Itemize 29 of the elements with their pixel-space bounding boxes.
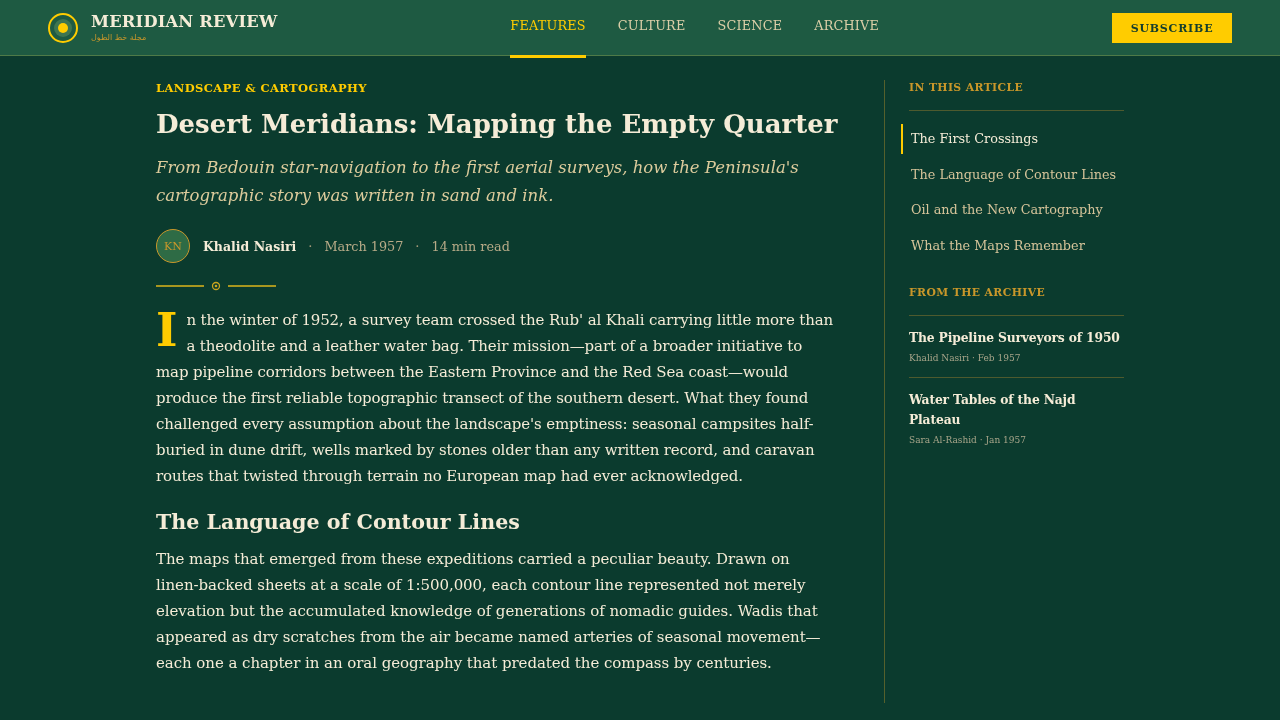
byline-meta: March 1957 <box>324 238 404 254</box>
nav-tab[interactable]: SCIENCE <box>717 0 783 58</box>
toc-link[interactable]: What the Maps Remember <box>901 230 1124 261</box>
brand-name: MERIDIAN REVIEW <box>91 11 278 32</box>
archive-link[interactable]: The Pipeline Surveyors of 1950 <box>909 328 1120 348</box>
archive-meta: Sara Al-Rashid · Jan 1957 <box>909 434 1026 447</box>
section-heading: The Language of Contour Lines <box>156 509 520 536</box>
archive-meta: Khalid Nasiri · Feb 1957 <box>909 352 1021 365</box>
article-kicker: LANDSCAPE & CARTOGRAPHY <box>156 80 367 96</box>
byline-meta: 14 min read <box>431 238 510 254</box>
author-name: Khalid Nasiri <box>203 238 297 254</box>
sidebar-heading: FROM THE ARCHIVE <box>909 285 1124 316</box>
subscribe-button[interactable]: SUBSCRIBE <box>1112 13 1232 43</box>
nav-tab[interactable]: FEATURES <box>510 0 586 58</box>
author-avatar: KN <box>156 229 190 263</box>
article-dek: From Bedouin star-navigation to the first aerial surveys, how the Peninsula's cartographic story was written in sand and ink. <box>156 157 800 207</box>
separator-dot: · <box>415 238 420 254</box>
nav-tab[interactable]: CULTURE <box>617 0 686 58</box>
toc-link[interactable]: Oil and the New Cartography <box>901 195 1124 225</box>
brand-tagline: مجلة خط الطول <box>91 31 147 44</box>
circle-logo-icon <box>48 12 78 43</box>
article-title: Desert Meridians: Mapping the Empty Quarter <box>156 108 838 141</box>
separator-dot: · <box>308 238 313 254</box>
toc-link[interactable]: The First Crossings <box>901 124 1124 154</box>
sidebar-heading: IN THIS ARTICLE <box>909 80 1124 111</box>
toc-link[interactable]: The Language of Contour Lines <box>901 159 1124 190</box>
body-paragraph: The maps that emerged from these expeditions carried a peculiar beauty. Drawn on linen-backed sheets at a scale of 1:500,000, each contour line represented not merely elevation but the accumulated knowledge of generations of nomadic guides. Wadis that appeared as dry scratches from the air became named arteries of seasonal movement—each one a chapter in an oral geography that predated the compass by centuries. <box>156 549 822 674</box>
archive-link[interactable]: Water Tables of the Najd Plateau <box>909 390 1124 430</box>
nav-tab[interactable]: ARCHIVE <box>814 0 880 58</box>
